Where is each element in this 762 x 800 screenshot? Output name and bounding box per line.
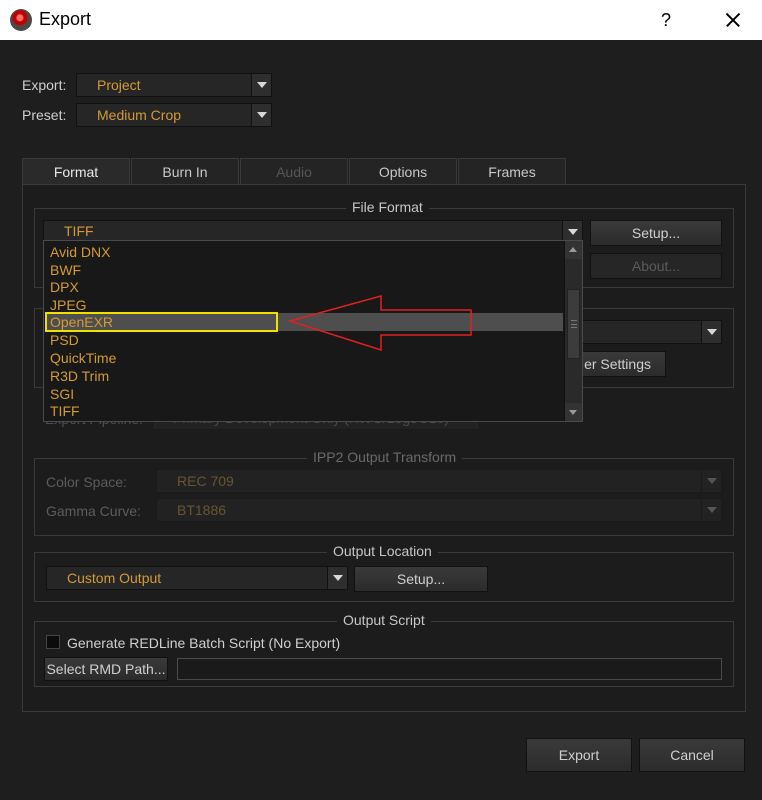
red-arrow-annotation bbox=[287, 295, 472, 352]
arrow-icon bbox=[287, 295, 472, 352]
